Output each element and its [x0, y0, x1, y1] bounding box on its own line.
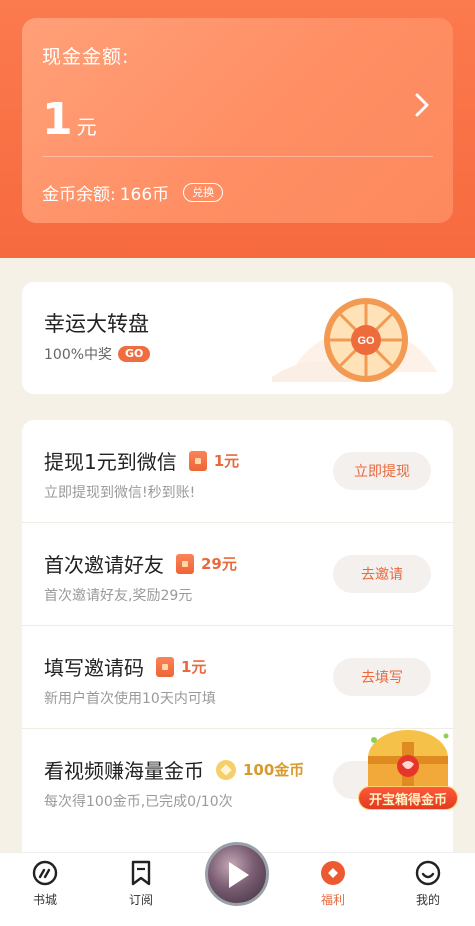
tab-profile[interactable]: 我的 [398, 859, 458, 919]
task-row[interactable]: 提现1元到微信 1元 立即提现到微信!秒到账! 立即提现 [22, 420, 453, 522]
invite-button[interactable]: 去邀请 [333, 555, 431, 593]
task-title: 看视频赚海量金币 100金币 [44, 755, 304, 784]
coin-label: 金币余额: [42, 185, 116, 205]
task-row[interactable]: 首次邀请好友 29元 首次邀请好友,奖励29元 去邀请 [22, 523, 453, 625]
task-title-text: 提现1元到微信 [44, 450, 177, 474]
treasure-label[interactable]: 开宝箱得金币 [358, 786, 458, 810]
cash-amount: 1 元 [42, 98, 97, 142]
task-title: 提现1元到微信 1元 [44, 446, 239, 475]
task-reward: 1元 [181, 658, 207, 676]
tab-bookstore[interactable]: 书城 [15, 859, 75, 919]
task-reward: 100金币 [243, 761, 305, 779]
wheel-subtitle-text: 100%中奖 [44, 347, 113, 363]
tab-subscribe[interactable]: 订阅 [111, 859, 171, 919]
task-title-text: 填写邀请码 [44, 656, 144, 680]
cash-amount-unit: 元 [76, 115, 97, 139]
audio-player-button[interactable] [205, 842, 269, 906]
cash-label: 现金金额: [42, 46, 130, 68]
coin-amount: 166币 [119, 185, 170, 205]
exchange-button[interactable]: 兑换 [183, 183, 224, 202]
tab-label: 福利 [320, 893, 345, 907]
tab-label: 书城 [32, 893, 57, 907]
tab-label: 订阅 [128, 893, 153, 907]
withdraw-button[interactable]: 立即提现 [333, 452, 431, 490]
wheel-subtitle: 100%中奖 GO [44, 344, 151, 364]
wheel-center-label: GO [357, 335, 375, 347]
tab-label: 我的 [415, 893, 440, 907]
task-description: 每次得100金币,已完成0/10次 [44, 794, 233, 810]
compass-icon [32, 860, 58, 886]
chevron-right-icon[interactable] [411, 90, 433, 120]
coin-icon [216, 759, 236, 780]
coin-balance: 金币余额: 166币 兑换 [42, 180, 224, 205]
red-packet-icon [176, 553, 194, 574]
divider [42, 156, 433, 157]
smile-icon [415, 860, 441, 886]
cash-amount-value: 1 [42, 94, 73, 145]
task-reward: 29元 [201, 555, 237, 573]
task-reward: 1元 [213, 452, 240, 470]
task-title-text: 看视频赚海量金币 [44, 759, 204, 783]
task-title: 填写邀请码 1元 [44, 652, 206, 681]
wheel-title: 幸运大转盘 [44, 312, 149, 336]
task-description: 新用户首次使用10天内可填 [44, 691, 216, 707]
lucky-wheel-card[interactable]: 幸运大转盘 100%中奖 GO GO [22, 282, 453, 394]
enter-code-button[interactable]: 去填写 [333, 658, 431, 696]
task-title-text: 首次邀请好友 [44, 553, 164, 577]
red-packet-icon [188, 450, 207, 471]
task-title: 首次邀请好友 29元 [44, 549, 237, 578]
bookmark-icon [131, 860, 151, 886]
red-packet-icon [156, 656, 174, 677]
task-row[interactable]: 填写邀请码 1元 新用户首次使用10天内可填 去填写 [22, 626, 453, 728]
tab-welfare[interactable]: 福利 [303, 859, 363, 919]
lucky-wheel-icon[interactable]: GO [322, 296, 410, 384]
gift-icon [321, 861, 345, 885]
cash-card[interactable]: 现金金额: 1 元 金币余额: 166币 兑换 [22, 18, 453, 223]
go-badge: GO [118, 346, 151, 362]
task-description: 首次邀请好友,奖励29元 [44, 588, 193, 604]
play-icon [229, 862, 249, 888]
task-description: 立即提现到微信!秒到账! [44, 485, 196, 501]
